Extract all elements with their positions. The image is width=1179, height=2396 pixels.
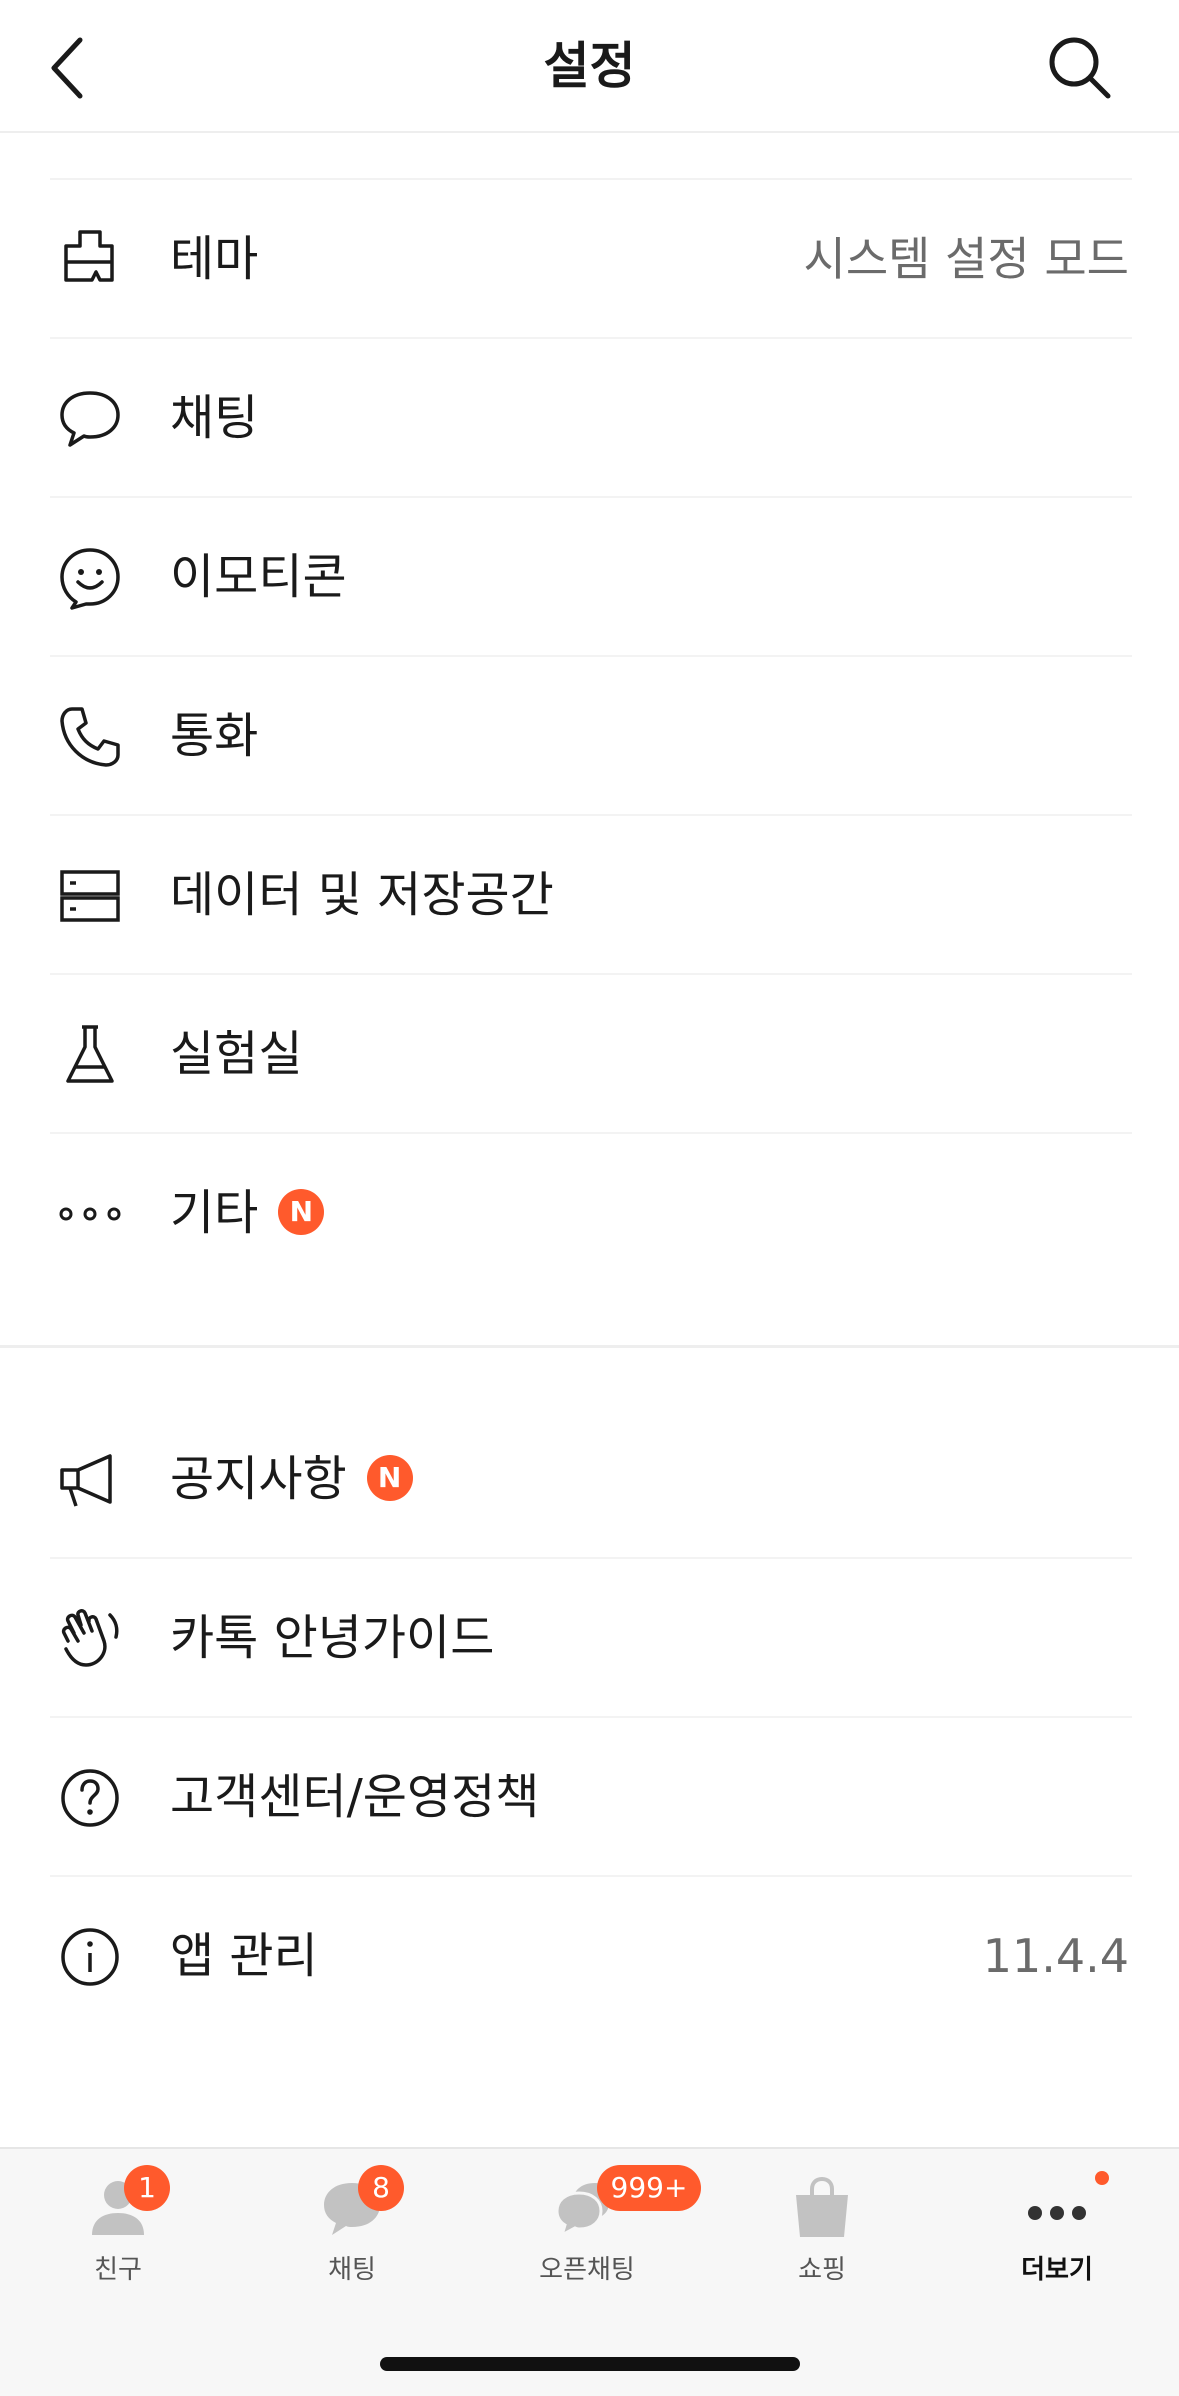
settings-item-label: 고객센터/운영정책 xyxy=(170,1769,540,1825)
settings-item-label: 공지사항 N xyxy=(170,1400,413,1559)
settings-item-label: 테마 xyxy=(170,231,259,287)
megaphone-icon xyxy=(60,1454,112,1507)
shopping-bag-icon xyxy=(796,2176,848,2237)
settings-group-support: 공지사항 N 카톡 안녕가이드 고객센터/운영정책 앱 관리 11.4.4 xyxy=(0,1400,1179,2036)
waving-hand-icon xyxy=(61,1609,119,1667)
settings-item-label: 통화 xyxy=(170,708,259,764)
help-circle-icon xyxy=(61,1769,119,1827)
tab-label: 쇼핑 xyxy=(798,2255,846,2285)
settings-item-value: 시스템 설정 모드 xyxy=(803,232,1129,286)
settings-group-main: 테마 시스템 설정 모드 채팅 이모티콘 통화 데이터 및 저장공간 실험실 기… xyxy=(0,180,1179,1293)
storage-icon xyxy=(60,870,120,922)
settings-item-lab[interactable]: 실험실 xyxy=(0,975,1179,1134)
tab-shopping[interactable]: 쇼핑 xyxy=(722,2149,922,2309)
settings-item-etc[interactable]: 기타 N xyxy=(0,1134,1179,1293)
tab-label: 더보기 xyxy=(1021,2255,1093,2285)
settings-item-customer-center[interactable]: 고객센터/운영정책 xyxy=(0,1718,1179,1877)
new-badge: N xyxy=(366,1455,413,1501)
settings-item-label-text: 기타 xyxy=(170,1185,259,1241)
info-circle-icon xyxy=(61,1928,119,1986)
search-button[interactable] xyxy=(1040,28,1120,108)
settings-item-chat[interactable]: 채팅 xyxy=(0,339,1179,498)
tab-friends[interactable]: 1 친구 xyxy=(18,2149,218,2309)
settings-item-guide[interactable]: 카톡 안녕가이드 xyxy=(0,1559,1179,1718)
settings-item-notice[interactable]: 공지사항 N xyxy=(0,1400,1179,1559)
settings-item-emoticon[interactable]: 이모티콘 xyxy=(0,498,1179,657)
chat-bubble-icon xyxy=(60,391,120,447)
settings-item-label-text: 공지사항 xyxy=(170,1451,347,1507)
tab-label: 채팅 xyxy=(328,2255,376,2285)
chats-count-badge: 8 xyxy=(358,2165,404,2211)
brush-icon xyxy=(64,230,114,282)
settings-item-theme[interactable]: 테마 시스템 설정 모드 xyxy=(0,180,1179,339)
open-chat-count-badge: 999+ xyxy=(597,2165,701,2211)
tab-label: 오픈채팅 xyxy=(539,2255,635,2285)
settings-item-label: 앱 관리 xyxy=(170,1928,318,1984)
tab-chats[interactable]: 8 채팅 xyxy=(252,2149,452,2309)
page-title: 설정 xyxy=(543,37,636,95)
tab-label: 친구 xyxy=(94,2255,142,2285)
app-version: 11.4.4 xyxy=(982,1929,1129,1983)
settings-item-label: 채팅 xyxy=(170,390,259,446)
more-icon xyxy=(1028,2206,1086,2220)
header: 설정 xyxy=(0,0,1179,133)
tab-open-chat[interactable]: 999+ 오픈채팅 xyxy=(487,2149,701,2309)
section-divider xyxy=(0,1345,1179,1348)
flask-icon xyxy=(66,1025,114,1083)
search-icon xyxy=(1049,37,1111,99)
settings-item-data-storage[interactable]: 데이터 및 저장공간 xyxy=(0,816,1179,975)
phone-icon xyxy=(60,707,120,767)
new-badge: N xyxy=(278,1189,325,1235)
friends-count-badge: 1 xyxy=(124,2165,170,2211)
settings-item-call[interactable]: 통화 xyxy=(0,657,1179,816)
emoticon-icon xyxy=(60,548,120,610)
settings-item-label: 기타 N xyxy=(170,1134,325,1293)
settings-item-label: 이모티콘 xyxy=(170,549,347,605)
tab-more[interactable]: 더보기 xyxy=(957,2149,1157,2309)
more-dots-icon xyxy=(59,1207,121,1221)
bottom-tab-bar: 1 친구 8 채팅 999+ 오픈채팅 쇼핑 더보기 xyxy=(0,2147,1179,2396)
settings-item-label: 카톡 안녕가이드 xyxy=(170,1610,495,1666)
settings-item-label: 실험실 xyxy=(170,1026,303,1082)
home-indicator xyxy=(380,2357,800,2371)
settings-item-label: 데이터 및 저장공간 xyxy=(170,867,554,923)
settings-item-app-management[interactable]: 앱 관리 11.4.4 xyxy=(0,1877,1179,2036)
notification-dot xyxy=(1095,2171,1109,2185)
